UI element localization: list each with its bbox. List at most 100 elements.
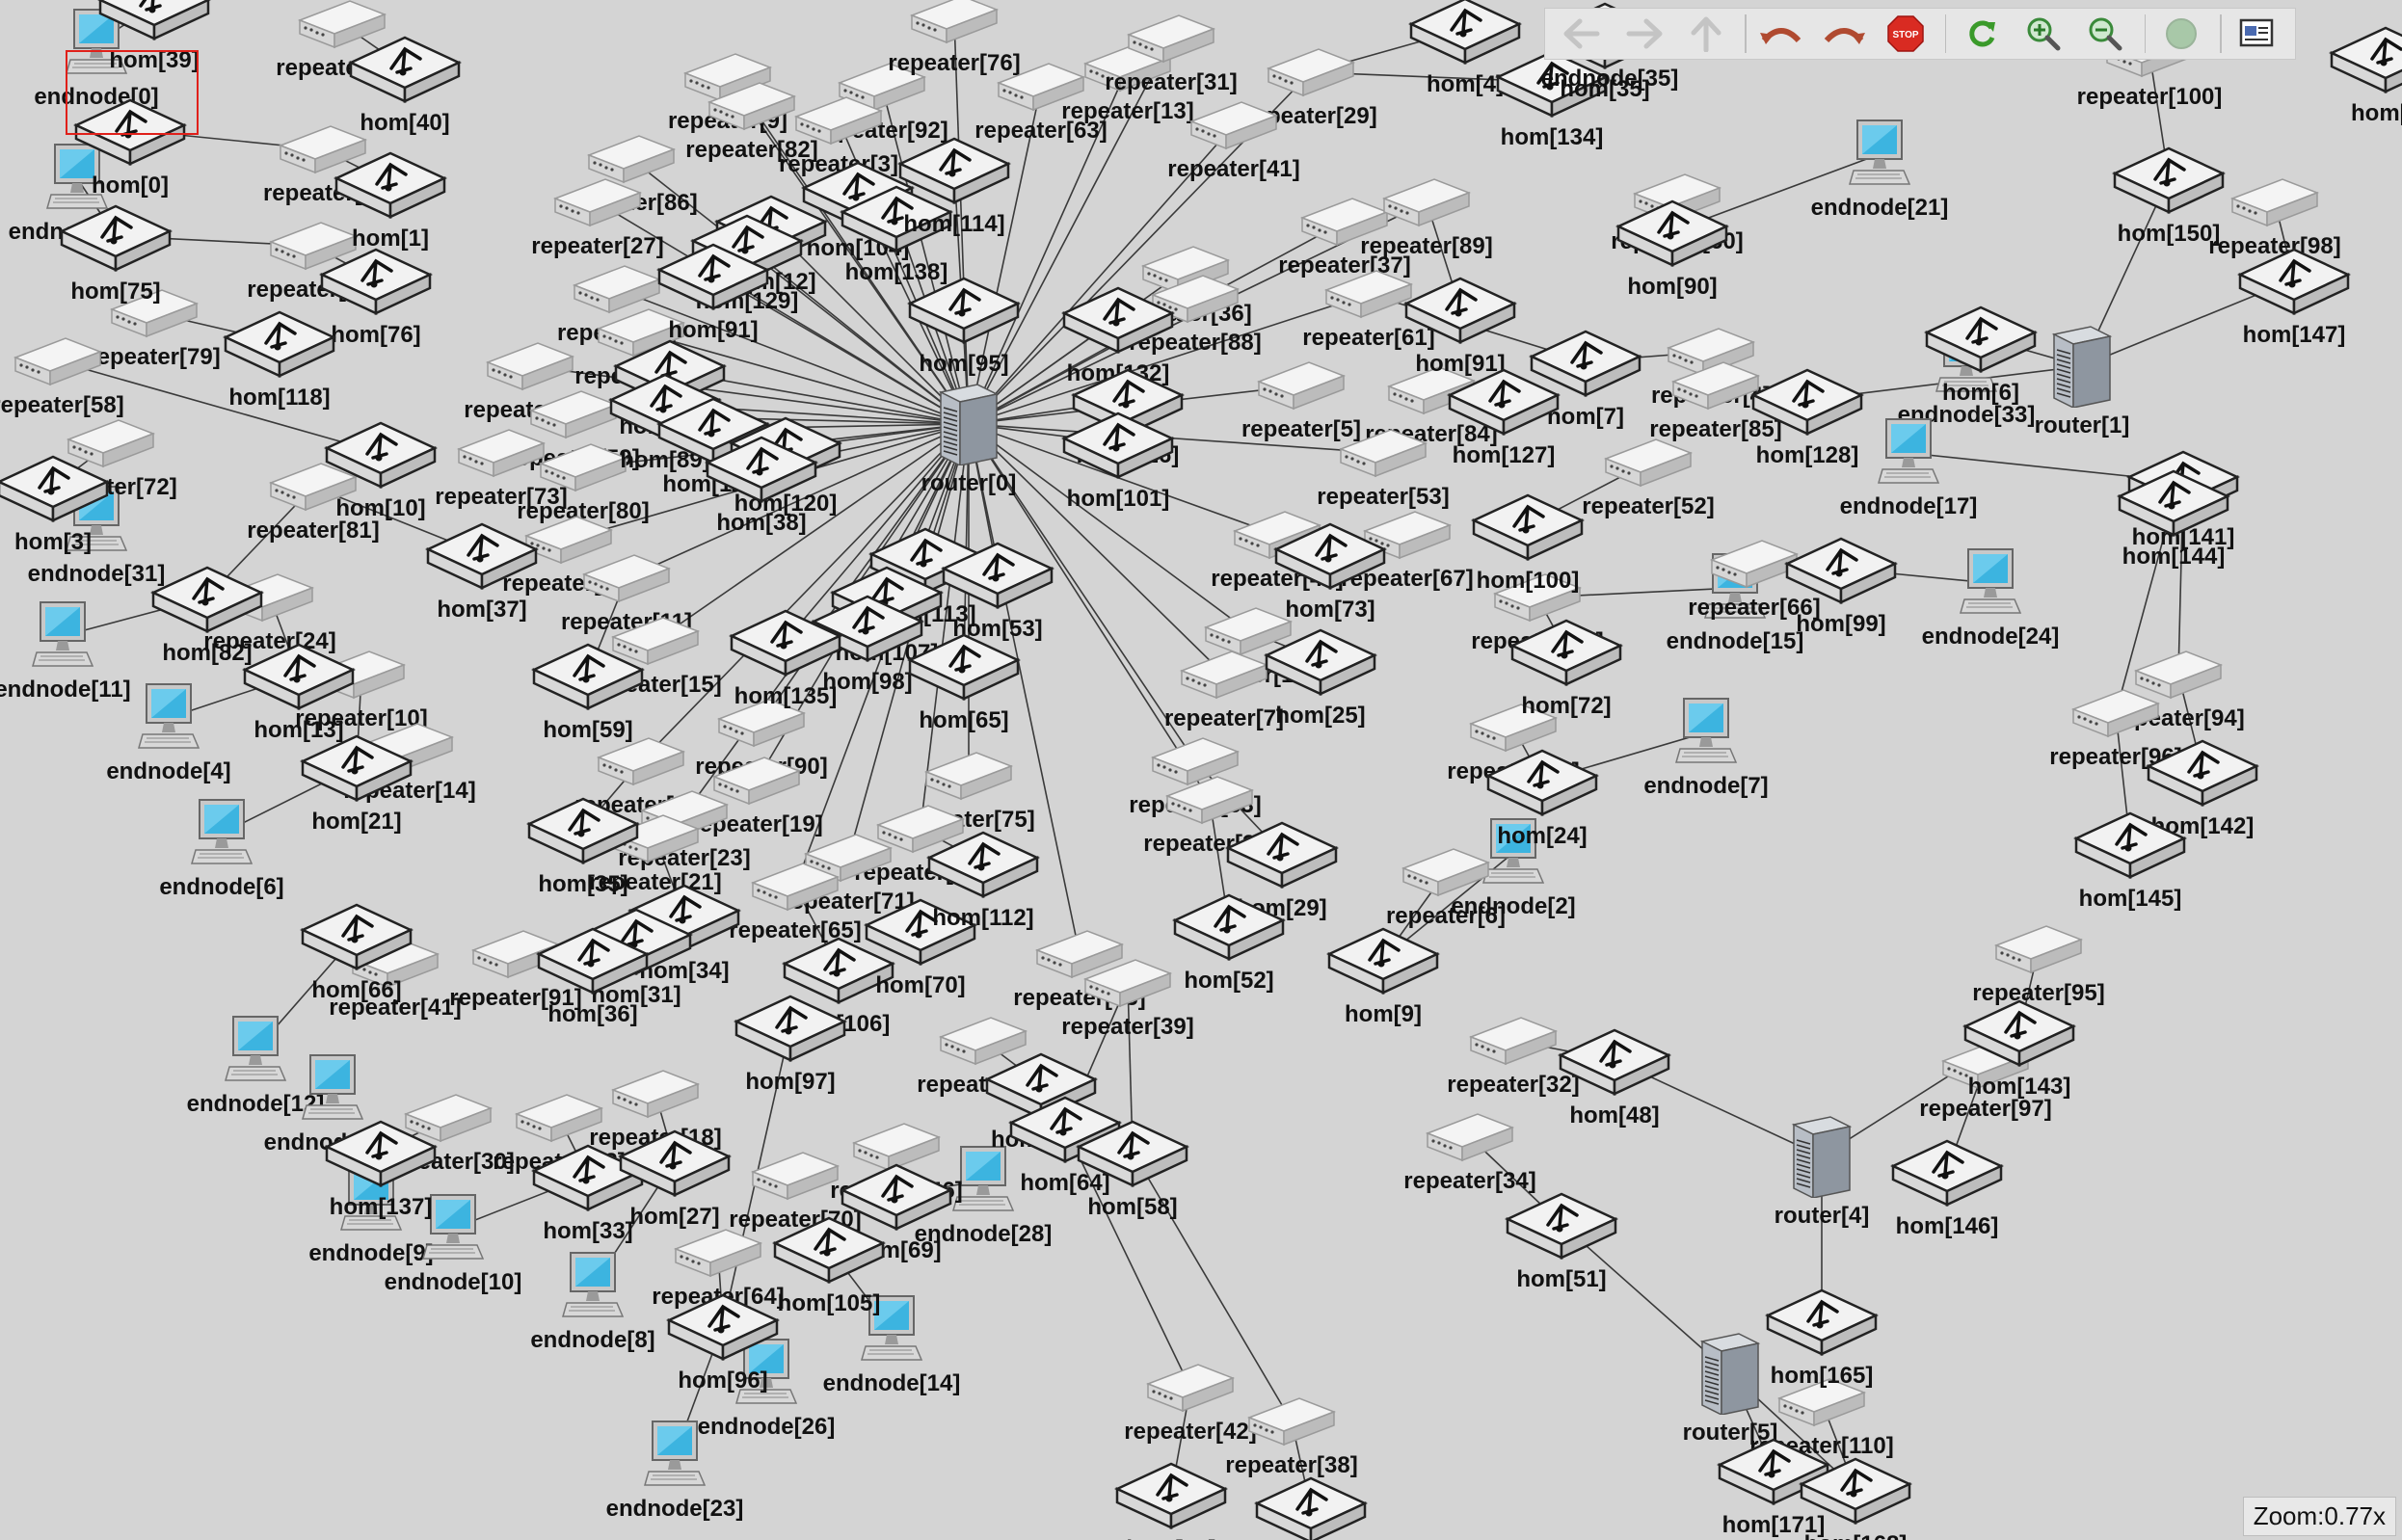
node-label: repeater[31] [1105, 69, 1238, 95]
host-icon [906, 271, 1022, 351]
step-forward-button[interactable] [1821, 12, 1867, 56]
host-icon [896, 131, 1012, 211]
node-label: endnode[26] [697, 1414, 836, 1440]
host-icon [2145, 733, 2260, 813]
network-canvas[interactable]: router[0] router[1] router[4] router[5] … [0, 0, 2402, 1540]
up-button[interactable] [1683, 12, 1729, 56]
node-label: router[4] [1774, 1203, 1870, 1229]
router-icon [2046, 325, 2118, 412]
node-label: hom[135] [734, 683, 838, 709]
svg-text:STOP: STOP [1893, 30, 1919, 40]
repeater-icon [1337, 426, 1429, 485]
host-icon [58, 199, 173, 279]
node-label: hom[9] [1345, 1001, 1422, 1027]
refresh-icon [1968, 20, 1995, 47]
computer-icon [561, 1249, 625, 1329]
node-label: hom[90] [1627, 274, 1718, 300]
repeater-icon [580, 551, 673, 610]
node-label: hom[76] [331, 322, 421, 348]
repeater-icon [1144, 1361, 1237, 1420]
computer-icon [31, 598, 94, 678]
host-icon [222, 305, 337, 385]
host-icon [665, 1288, 781, 1367]
host-icon [1060, 280, 1176, 360]
node-label: hom[168] [1804, 1533, 1908, 1540]
node-label: hom[82] [162, 640, 253, 666]
back-button[interactable] [1559, 12, 1605, 56]
step-back-button[interactable] [1758, 12, 1804, 56]
node-label: hom[40] [360, 110, 450, 136]
node-label: hom[27] [629, 1204, 720, 1230]
node-label: repeater[27] [531, 233, 664, 259]
node-label: hom[165] [1770, 1363, 1874, 1389]
toolbar: STOP [1544, 8, 2296, 60]
node-label: hom[58] [1087, 1194, 1178, 1220]
forward-button[interactable] [1620, 12, 1667, 56]
zoom-in-button[interactable] [2020, 12, 2067, 56]
repeater-icon [609, 1067, 702, 1126]
node-label: hom[128] [1755, 442, 1859, 468]
host-icon [1272, 517, 1388, 597]
repeater-icon [1400, 845, 1492, 904]
host-icon [1402, 271, 1518, 351]
node-label: endnode[15] [1666, 628, 1804, 654]
host-icon [1484, 743, 1600, 823]
host-icon [323, 1114, 439, 1194]
refresh-button[interactable] [1958, 12, 2004, 56]
zoom-out-button[interactable] [2082, 12, 2128, 56]
node-label: endnode[11] [0, 677, 131, 703]
node-label: endnode[21] [1810, 195, 1949, 221]
node-label: endnode[6] [159, 874, 284, 900]
host-icon [1615, 194, 1730, 274]
node-label: hom[73] [1285, 597, 1375, 623]
node-label: repeater[7] [1163, 705, 1285, 731]
host-icon [1060, 406, 1176, 486]
globe-button[interactable] [2157, 12, 2203, 56]
node-label: repeater[53] [1317, 484, 1450, 510]
node-label: hom[35] [538, 871, 628, 897]
node-label: hom[51] [1516, 1266, 1607, 1292]
globe-icon [2165, 18, 2197, 49]
toolbar-separator [1944, 14, 1947, 53]
repeater-icon [908, 0, 1001, 51]
host-icon [2328, 20, 2402, 100]
host-icon [1113, 1456, 1229, 1536]
computer-icon [1959, 545, 2022, 625]
host-icon [347, 30, 463, 110]
node-label: hom[127] [1452, 442, 1556, 468]
repeater-icon [1380, 175, 1473, 234]
node-label: endnode[31] [27, 561, 166, 587]
host-icon [2236, 242, 2352, 322]
host-icon [241, 637, 357, 717]
router-icon [933, 383, 1004, 470]
repeater-icon [551, 175, 644, 234]
node-label: hom[66] [311, 977, 402, 1003]
repeater-icon [1255, 358, 1348, 417]
layout-button[interactable] [2233, 12, 2280, 56]
node-label: endnode[23] [605, 1496, 744, 1522]
host-icon [1798, 1451, 1913, 1531]
node-label: hom[150] [2117, 221, 2221, 247]
repeater-icon [1322, 267, 1415, 326]
host-icon [149, 560, 265, 640]
node-label: endnode[17] [1839, 493, 1978, 519]
node-label: hom[95] [919, 351, 1009, 377]
selection-box [66, 50, 199, 135]
host-icon [1889, 1133, 2005, 1213]
node-label: hom[137] [329, 1194, 433, 1220]
repeater-icon [1178, 648, 1270, 706]
repeater-icon [1125, 12, 1217, 70]
host-icon [2111, 141, 2227, 221]
stop-button[interactable]: STOP [1882, 12, 1929, 56]
node-label: router[0] [921, 470, 1017, 496]
host-icon [0, 449, 111, 529]
host-icon [925, 825, 1041, 905]
node-label: hom[100] [1476, 568, 1580, 594]
repeater-icon [749, 1149, 841, 1208]
node-label: hom[37] [437, 597, 527, 623]
node-label: hom[97] [745, 1069, 836, 1095]
host-icon [1749, 362, 1865, 442]
zoom-in-icon [2027, 17, 2061, 51]
repeater-icon [749, 860, 841, 918]
host-icon [1446, 362, 1561, 442]
